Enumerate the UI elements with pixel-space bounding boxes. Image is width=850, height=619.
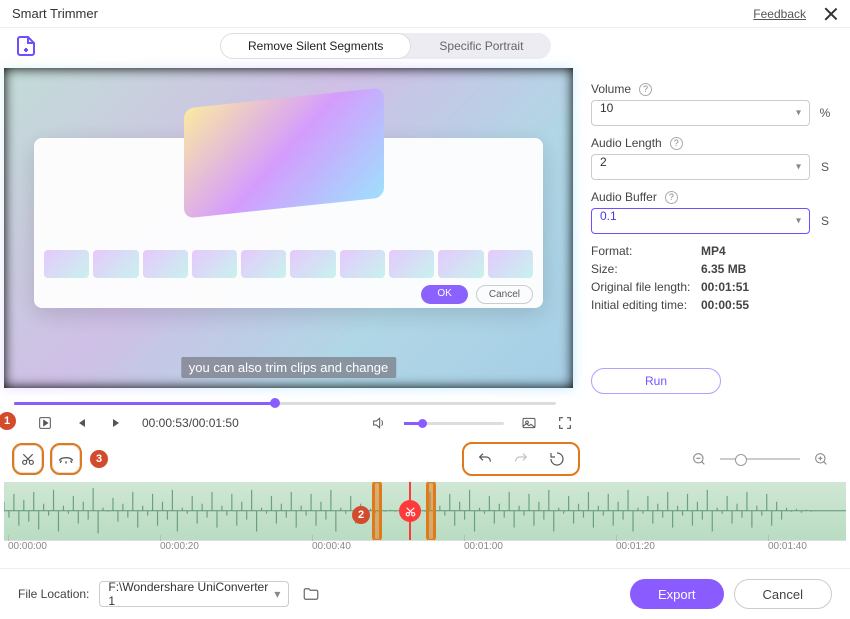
callout-3: 3 (90, 450, 108, 468)
snapshot-icon[interactable] (518, 412, 540, 434)
timecode: 00:00:53/00:01:50 (142, 416, 239, 430)
audio-length-unit: S (818, 160, 832, 174)
audio-buffer-label: Audio Buffer (591, 190, 657, 204)
seek-bar[interactable] (14, 398, 836, 408)
video-preview: OK Cancel you can also trim clips and ch… (4, 68, 573, 388)
redo-button[interactable] (510, 448, 532, 470)
zoom-out-button[interactable] (688, 448, 710, 470)
callout-1: 1 (0, 412, 16, 430)
file-location-select[interactable]: F:\Wondershare UniConverter 1▾ (99, 581, 289, 607)
next-frame-button[interactable] (106, 412, 128, 434)
undo-button[interactable] (474, 448, 496, 470)
ruler-tick: 00:01:40 (768, 541, 807, 552)
preview-ok-button: OK (421, 285, 467, 304)
ruler-tick: 00:01:00 (464, 541, 503, 552)
audio-length-label: Audio Length (591, 136, 662, 150)
cut-button[interactable] (14, 445, 42, 473)
preview-cancel-button: Cancel (476, 285, 533, 304)
ruler-tick: 00:00:00 (8, 541, 47, 552)
help-icon[interactable]: ? (639, 83, 652, 96)
format-label: Format: (591, 244, 701, 258)
size-label: Size: (591, 262, 701, 276)
close-icon[interactable] (824, 7, 838, 21)
cut-marker-icon[interactable] (399, 500, 421, 522)
audio-buffer-unit: S (818, 214, 832, 228)
video-caption: you can also trim clips and change (181, 357, 396, 378)
zoom-slider[interactable] (720, 458, 800, 460)
volume-unit: % (818, 106, 832, 120)
feedback-link[interactable]: Feedback (753, 7, 806, 21)
run-button[interactable]: Run (591, 368, 721, 394)
audio-length-select[interactable]: 2▾ (591, 154, 810, 180)
format-value: MP4 (701, 244, 832, 258)
chevron-down-icon: ▾ (274, 587, 280, 601)
selection-handle-left[interactable] (374, 482, 380, 540)
play-button[interactable] (34, 412, 56, 434)
ruler-tick: 00:00:20 (160, 541, 199, 552)
add-file-icon[interactable] (12, 32, 40, 60)
init-time-value: 00:00:55 (701, 298, 832, 312)
volume-label: Volume (591, 82, 631, 96)
cancel-button[interactable]: Cancel (734, 579, 832, 609)
orig-length-value: 00:01:51 (701, 280, 832, 294)
selection-handle-right[interactable] (428, 482, 434, 540)
audio-waveform[interactable]: 2 (4, 482, 846, 540)
help-icon[interactable]: ? (670, 137, 683, 150)
init-time-label: Initial editing time: (591, 298, 701, 312)
chevron-down-icon: ▾ (796, 108, 801, 119)
callout-2: 2 (352, 506, 370, 524)
volume-slider[interactable] (404, 422, 504, 425)
tab-remove-silent[interactable]: Remove Silent Segments (220, 33, 411, 59)
help-icon[interactable]: ? (665, 191, 678, 204)
orig-length-label: Original file length: (591, 280, 701, 294)
prev-frame-button[interactable] (70, 412, 92, 434)
export-button[interactable]: Export (630, 579, 724, 609)
tab-specific-portrait[interactable]: Specific Portrait (411, 33, 551, 59)
chevron-down-icon: ▾ (796, 216, 801, 227)
volume-select[interactable]: 10▾ (591, 100, 810, 126)
ruler-tick: 00:00:40 (312, 541, 351, 552)
fullscreen-icon[interactable] (554, 412, 576, 434)
window-title: Smart Trimmer (12, 6, 98, 21)
ruler-tick: 00:01:20 (616, 541, 655, 552)
audio-buffer-select[interactable]: 0.1▾ (591, 208, 810, 234)
file-location-label: File Location: (18, 587, 89, 601)
mode-tabs: Remove Silent Segments Specific Portrait (220, 33, 551, 59)
reset-button[interactable] (546, 448, 568, 470)
zoom-in-button[interactable] (810, 448, 832, 470)
browse-folder-icon[interactable] (299, 582, 323, 606)
hide-button[interactable] (52, 445, 80, 473)
size-value: 6.35 MB (701, 262, 832, 276)
volume-icon[interactable] (368, 412, 390, 434)
chevron-down-icon: ▾ (796, 162, 801, 173)
